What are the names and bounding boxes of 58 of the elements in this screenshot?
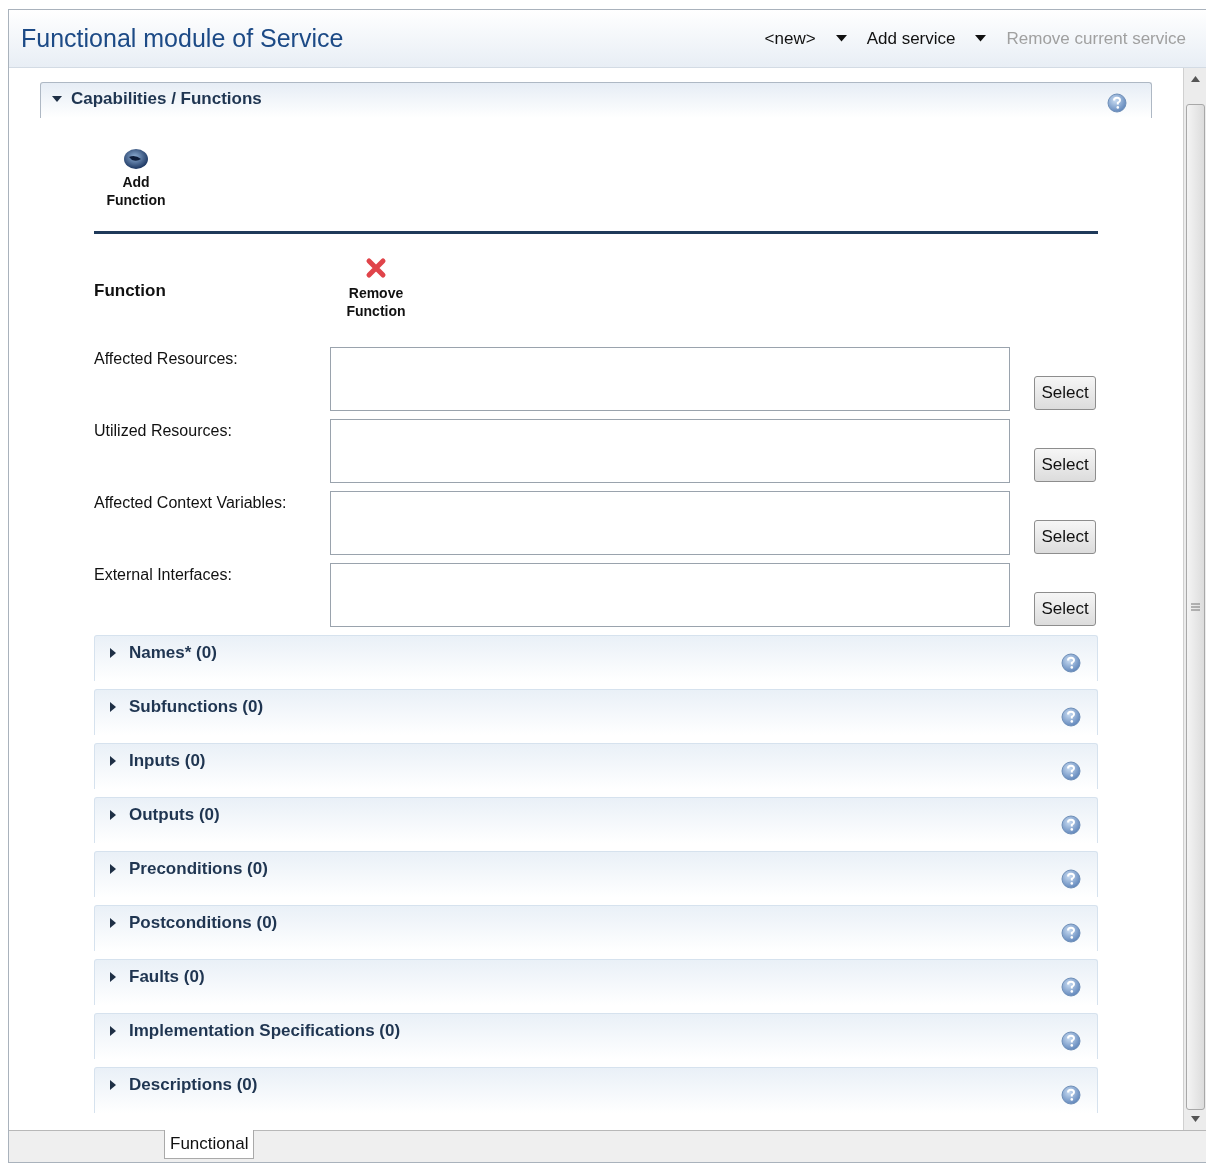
section-title: Implementation Specifications (0) <box>129 1021 401 1041</box>
section-title: Postconditions (0) <box>129 913 278 933</box>
dropdown-caret-icon[interactable] <box>835 35 847 42</box>
grip-icon <box>1190 602 1200 612</box>
scrollbar[interactable] <box>1183 68 1206 1130</box>
section-header[interactable]: Outputs (0) <box>94 797 1098 843</box>
section-header[interactable]: Descriptions (0) <box>94 1067 1098 1113</box>
close-icon <box>365 257 387 279</box>
section-title: Inputs (0) <box>129 751 206 771</box>
select-button[interactable]: Select <box>1034 592 1096 626</box>
text-area[interactable] <box>330 563 1010 627</box>
section-header[interactable]: Inputs (0) <box>94 743 1098 789</box>
help-icon[interactable] <box>1061 761 1081 781</box>
field-label: External Interfaces: <box>94 565 233 585</box>
select-button[interactable]: Select <box>1034 448 1096 482</box>
select-button[interactable]: Select <box>1034 376 1096 410</box>
remove-function-button[interactable]: Remove Function <box>345 257 407 347</box>
help-icon[interactable] <box>1061 653 1081 673</box>
toolbar-item[interactable]: Add service <box>866 28 956 49</box>
scroll-thumb[interactable] <box>1185 104 1205 1110</box>
field-label: Utilized Resources: <box>94 421 233 441</box>
text-area[interactable] <box>330 419 1010 483</box>
section-title: Faults (0) <box>129 967 205 987</box>
section-header[interactable]: Postconditions (0) <box>94 905 1098 951</box>
help-icon[interactable] <box>1061 815 1081 835</box>
section-header[interactable]: Capabilities / Functions <box>40 82 1152 118</box>
help-icon[interactable] <box>1061 1085 1081 1105</box>
section-title: Outputs (0) <box>129 805 220 825</box>
bottom-tab[interactable]: Functional <box>164 1130 255 1159</box>
help-icon[interactable] <box>1061 869 1081 889</box>
help-icon[interactable] <box>1061 977 1081 997</box>
field-label: Affected Context Variables: <box>94 493 288 513</box>
section-header[interactable]: Faults (0) <box>94 959 1098 1005</box>
section-header[interactable]: Preconditions (0) <box>94 851 1098 897</box>
section-title: Names* (0) <box>129 643 217 663</box>
section-title: Descriptions (0) <box>129 1075 258 1095</box>
section-header[interactable]: Names* (0) <box>94 635 1098 681</box>
toolbar-item[interactable]: <new> <box>764 28 816 49</box>
section-title: Capabilities / Functions <box>71 89 262 109</box>
section-header[interactable]: Implementation Specifications (0) <box>94 1013 1098 1059</box>
help-icon[interactable] <box>1107 93 1127 113</box>
function-heading: Function <box>94 280 167 302</box>
help-icon[interactable] <box>1061 707 1081 727</box>
text-area[interactable] <box>330 347 1010 411</box>
globe-icon <box>123 148 149 170</box>
help-icon[interactable] <box>1061 923 1081 943</box>
editor-title: Functional module of Service <box>21 24 345 53</box>
add-function-button[interactable]: Add Function <box>99 148 173 209</box>
field-label: Affected Resources: <box>94 349 239 369</box>
select-button[interactable]: Select <box>1034 520 1096 554</box>
section-header[interactable]: Subfunctions (0) <box>94 689 1098 735</box>
section-title: Preconditions (0) <box>129 859 268 879</box>
section-title: Subfunctions (0) <box>129 697 264 717</box>
scroll-up-icon[interactable] <box>1190 76 1200 82</box>
dropdown-caret-icon[interactable] <box>975 35 987 42</box>
scroll-down-icon[interactable] <box>1190 1116 1200 1122</box>
help-icon[interactable] <box>1061 1031 1081 1051</box>
text-area[interactable] <box>330 491 1010 555</box>
